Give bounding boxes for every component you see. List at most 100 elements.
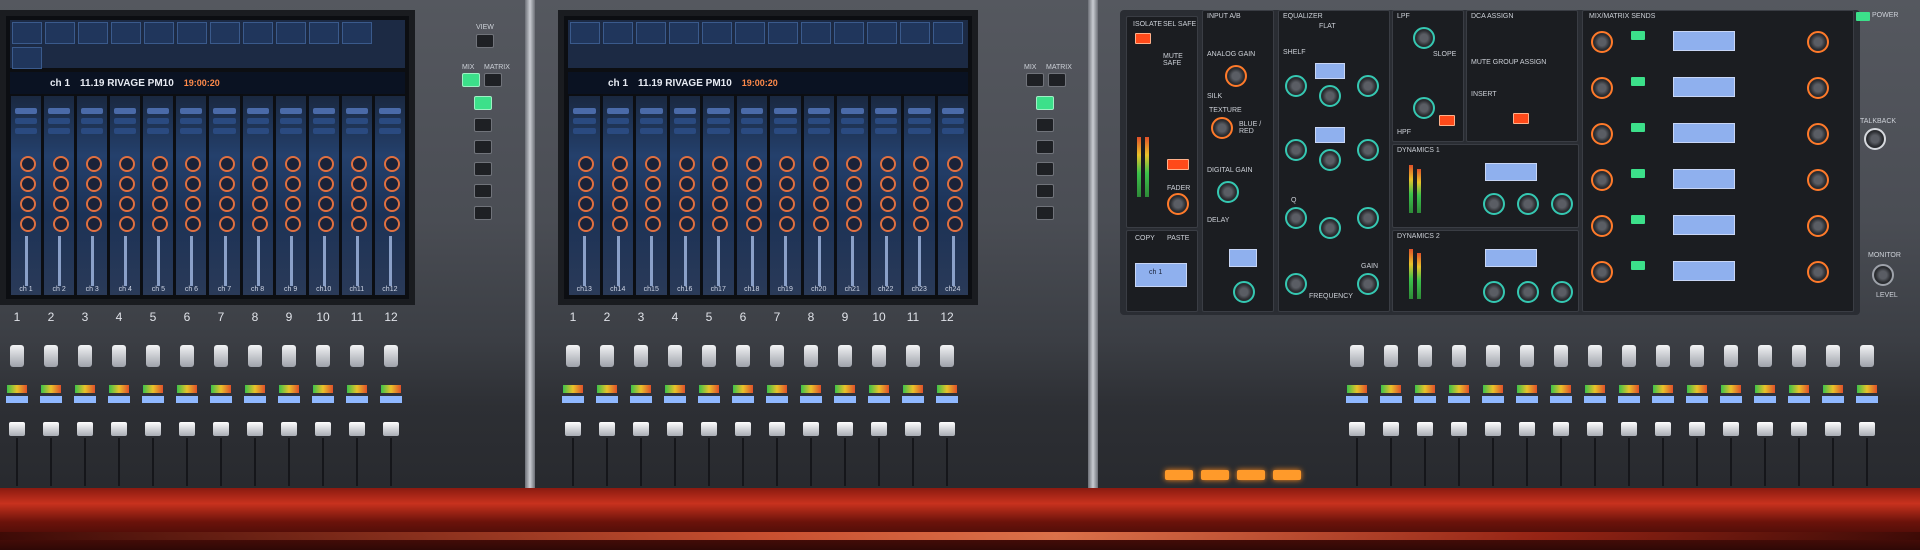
send-knob[interactable] — [946, 156, 963, 172]
send-knob[interactable] — [745, 176, 762, 192]
talkback-mic-input[interactable] — [1864, 128, 1886, 150]
screen-channel-strip[interactable]: ch10 — [307, 96, 339, 295]
send-knob[interactable] — [745, 196, 762, 212]
send-level-knob[interactable] — [1807, 77, 1829, 99]
send-knob[interactable] — [879, 196, 896, 212]
encoder-knob[interactable] — [384, 345, 398, 367]
send-knob[interactable] — [53, 156, 70, 172]
send-knob[interactable] — [645, 176, 662, 192]
touch-screen-left[interactable]: ch 1 11.19 RIVAGE PM10 19:00:20 ch 1 ch 2… — [0, 10, 415, 305]
send-knob[interactable] — [350, 176, 367, 192]
encoder-knob[interactable] — [1622, 345, 1636, 367]
send-level-knob[interactable] — [1591, 215, 1613, 237]
send-knob[interactable] — [185, 176, 202, 192]
send-knob[interactable] — [383, 216, 400, 232]
orange-key[interactable] — [1237, 470, 1265, 480]
encoder-knob[interactable] — [10, 345, 24, 367]
fader-cap[interactable] — [735, 422, 751, 436]
send-knob[interactable] — [578, 156, 595, 172]
send-knob[interactable] — [678, 216, 695, 232]
fader-cap[interactable] — [599, 422, 615, 436]
mix-button[interactable] — [462, 73, 480, 87]
encoder-knob[interactable] — [44, 345, 58, 367]
eq-gain-knob[interactable] — [1357, 139, 1379, 161]
screen-channel-strip[interactable]: ch18 — [735, 96, 767, 295]
screen-channel-strip[interactable]: ch23 — [903, 96, 935, 295]
fader-cap[interactable] — [939, 422, 955, 436]
screen-channel-strip[interactable]: ch24 — [936, 96, 968, 295]
orange-key[interactable] — [1273, 470, 1301, 480]
send-knob[interactable] — [119, 156, 136, 172]
screen-channel-strip[interactable]: ch21 — [836, 96, 868, 295]
send-level-knob[interactable] — [1807, 123, 1829, 145]
send-knob[interactable] — [218, 216, 235, 232]
send-knob[interactable] — [879, 156, 896, 172]
on-button[interactable] — [1167, 159, 1189, 170]
send-knob[interactable] — [645, 196, 662, 212]
send-knob[interactable] — [846, 176, 863, 192]
send-knob[interactable] — [152, 156, 169, 172]
encoder-knob[interactable] — [872, 345, 886, 367]
encoder-knob[interactable] — [282, 345, 296, 367]
send-knob[interactable] — [20, 176, 37, 192]
send-knob[interactable] — [812, 196, 829, 212]
encoder-knob[interactable] — [906, 345, 920, 367]
encoder-knob[interactable] — [634, 345, 648, 367]
send-knob[interactable] — [185, 216, 202, 232]
mix-button[interactable] — [1026, 73, 1044, 87]
screen-channel-strip[interactable]: ch 8 — [241, 96, 273, 295]
screen-channel-strip[interactable]: ch 3 — [76, 96, 108, 295]
send-knob[interactable] — [350, 216, 367, 232]
send-knob[interactable] — [913, 216, 930, 232]
send-knob[interactable] — [812, 156, 829, 172]
dyn1-knob[interactable] — [1517, 193, 1539, 215]
fader-cap[interactable] — [769, 422, 785, 436]
dyn2-knob[interactable] — [1517, 281, 1539, 303]
fader-cap[interactable] — [1451, 422, 1467, 436]
encoder-knob[interactable] — [838, 345, 852, 367]
fader-cap[interactable] — [1723, 422, 1739, 436]
fader-cap[interactable] — [43, 422, 59, 436]
fader-cap[interactable] — [1485, 422, 1501, 436]
eq-frequency-knob[interactable] — [1319, 85, 1341, 107]
fader-cap[interactable] — [179, 422, 195, 436]
send-knob[interactable] — [913, 156, 930, 172]
encoder-knob[interactable] — [804, 345, 818, 367]
send-knob[interactable] — [946, 196, 963, 212]
send-knob[interactable] — [284, 156, 301, 172]
bank-button[interactable] — [1036, 184, 1054, 198]
matrix-button[interactable] — [1048, 73, 1066, 87]
send-knob[interactable] — [317, 196, 334, 212]
send-level-knob[interactable] — [1807, 215, 1829, 237]
send-knob[interactable] — [284, 196, 301, 212]
encoder-knob[interactable] — [248, 345, 262, 367]
send-knob[interactable] — [745, 156, 762, 172]
encoder-knob[interactable] — [1350, 345, 1364, 367]
screen-channel-strip[interactable]: ch 5 — [142, 96, 174, 295]
send-knob[interactable] — [779, 176, 796, 192]
lpf-knob[interactable] — [1413, 27, 1435, 49]
screen-channel-strip[interactable]: ch17 — [702, 96, 734, 295]
send-knob[interactable] — [86, 216, 103, 232]
fader-cap[interactable] — [1825, 422, 1841, 436]
fader-cap[interactable] — [871, 422, 887, 436]
encoder-knob[interactable] — [78, 345, 92, 367]
send-knob[interactable] — [317, 216, 334, 232]
eq-q-knob[interactable] — [1285, 139, 1307, 161]
dyn1-knob[interactable] — [1483, 193, 1505, 215]
send-knob[interactable] — [86, 196, 103, 212]
encoder-knob[interactable] — [1418, 345, 1432, 367]
encoder-knob[interactable] — [1826, 345, 1840, 367]
send-knob[interactable] — [712, 156, 729, 172]
bank-button[interactable] — [474, 206, 492, 220]
send-knob[interactable] — [812, 176, 829, 192]
fader-cap[interactable] — [1383, 422, 1399, 436]
bank-button[interactable] — [1036, 206, 1054, 220]
screen-channel-strip[interactable]: ch11 — [340, 96, 372, 295]
fader-cap[interactable] — [905, 422, 921, 436]
send-knob[interactable] — [152, 176, 169, 192]
fader-cap[interactable] — [701, 422, 717, 436]
encoder-knob[interactable] — [112, 345, 126, 367]
fader-cap[interactable] — [1519, 422, 1535, 436]
send-knob[interactable] — [611, 196, 628, 212]
